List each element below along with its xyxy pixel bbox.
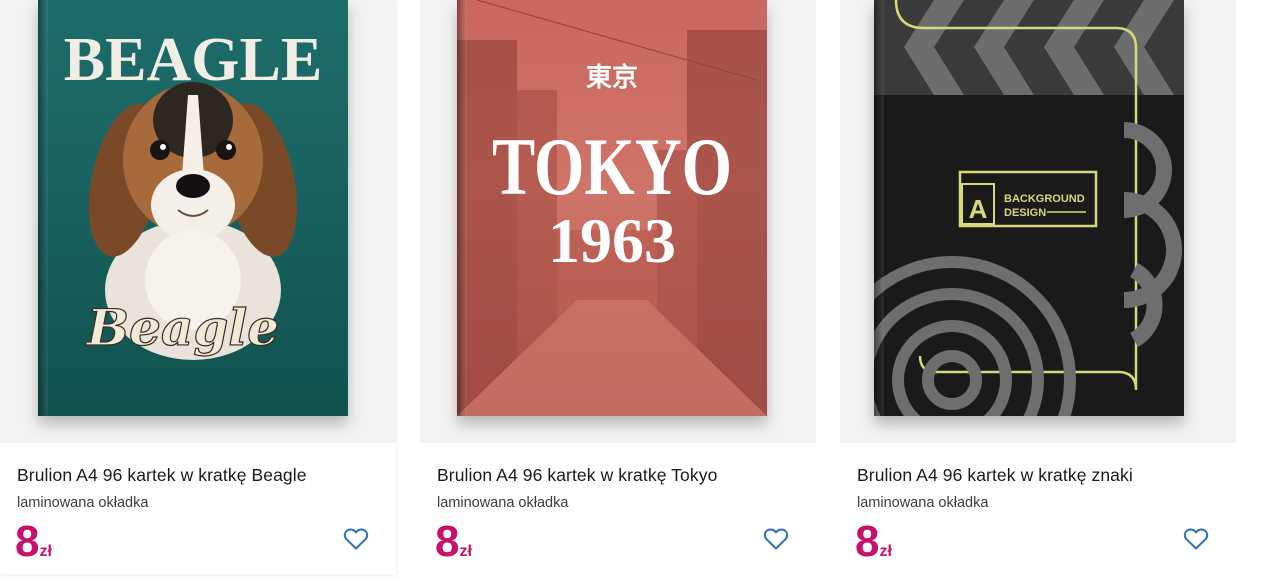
cover-title-bottom: Beagle [85, 298, 279, 357]
tokyo-cover-art: 東京 TOKYO 1963 [457, 0, 767, 416]
product-image-area[interactable]: A BACKGROUND DESIGN [840, 0, 1236, 443]
notebook-cover-znaki: A BACKGROUND DESIGN [874, 0, 1184, 416]
heart-outline-icon[interactable] [763, 527, 789, 551]
cover-title-main: TOKYO [492, 121, 732, 212]
arc-shapes [1123, 122, 1182, 347]
price-amount: 8 [15, 517, 40, 566]
badge-line-1: BACKGROUND [1004, 193, 1085, 205]
notebook-spine [457, 0, 467, 416]
product-price: 8zł [435, 518, 472, 566]
product-subtitle: laminowana okładka [437, 495, 569, 511]
badge-letter: A [969, 194, 988, 224]
product-card-tokyo[interactable]: 東京 TOKYO 1963 Brulion A4 96 kartek w kra… [420, 0, 816, 574]
product-subtitle: laminowana okładka [17, 495, 149, 511]
beagle-cover-art: BEAGLE Beagle [64, 26, 322, 360]
price-amount: 8 [855, 517, 880, 566]
product-price: 8zł [855, 518, 892, 566]
notebook-cover-tokyo: 東京 TOKYO 1963 [457, 0, 767, 416]
price-currency: zł [879, 543, 892, 560]
product-subtitle: laminowana okładka [857, 495, 989, 511]
notebook-spine [38, 0, 48, 416]
price-currency: zł [459, 543, 472, 560]
product-title[interactable]: Brulion A4 96 kartek w kratkę Tokyo [437, 465, 717, 486]
price-currency: zł [39, 543, 52, 560]
product-title[interactable]: Brulion A4 96 kartek w kratkę znaki [857, 465, 1133, 486]
badge-logo: A BACKGROUND DESIGN [958, 170, 1098, 228]
product-image-area[interactable]: BEAGLE Beagle [0, 0, 396, 443]
product-card-beagle[interactable]: BEAGLE Beagle Brulion A4 96 kartek w kra… [0, 0, 396, 574]
product-card-znaki[interactable]: A BACKGROUND DESIGN Brulion A4 96 kartek… [840, 0, 1236, 574]
price-amount: 8 [435, 517, 460, 566]
znaki-cover-art: A BACKGROUND DESIGN [874, 0, 1184, 416]
product-price: 8zł [15, 518, 52, 566]
heart-outline-icon[interactable] [1183, 527, 1209, 551]
product-title[interactable]: Brulion A4 96 kartek w kratkę Beagle [17, 465, 307, 486]
cover-kanji: 東京 [586, 62, 638, 93]
heart-outline-icon[interactable] [343, 527, 369, 551]
notebook-cover-beagle: BEAGLE Beagle [38, 0, 348, 416]
product-image-area[interactable]: 東京 TOKYO 1963 [420, 0, 816, 443]
cover-year: 1963 [548, 205, 676, 276]
notebook-spine [874, 0, 884, 416]
concentric-circles [874, 256, 1076, 416]
badge-line-2: DESIGN [1004, 207, 1046, 219]
